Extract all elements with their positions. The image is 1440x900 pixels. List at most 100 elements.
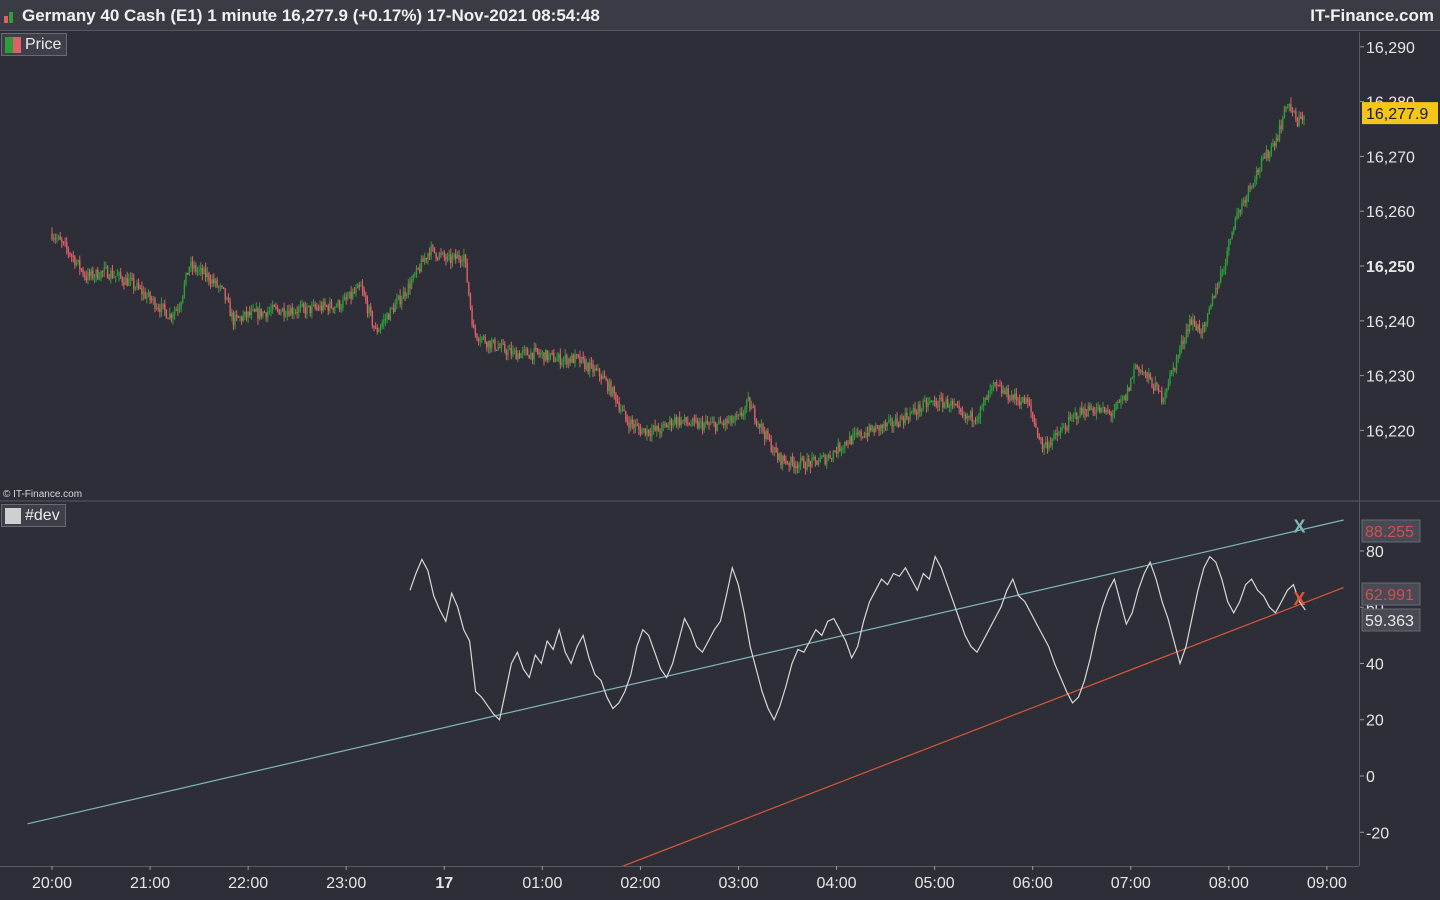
candle-body: [832, 451, 834, 459]
candle-body: [750, 406, 753, 410]
candle-body: [1077, 417, 1080, 420]
candle-body: [353, 292, 356, 294]
price-panel-title: Price: [25, 35, 62, 53]
candle-body: [191, 261, 194, 269]
candle-body: [383, 319, 385, 323]
candle-body: [549, 353, 552, 355]
candle-body: [770, 438, 772, 452]
candle-body: [950, 401, 952, 407]
candle-body: [778, 453, 781, 460]
candle-body: [891, 419, 893, 427]
candle-body: [1224, 262, 1227, 271]
candle-body: [1154, 382, 1156, 391]
candle-body: [979, 406, 982, 418]
candle-body: [167, 318, 169, 320]
candle-body: [1218, 282, 1220, 289]
chart-canvas[interactable]: XX 16,29016,28016,27016,26016,25016,2401…: [0, 0, 1440, 900]
candle-body: [468, 282, 470, 295]
x-tick-label: 05:00: [915, 875, 955, 892]
candle-body: [860, 431, 862, 438]
candle-body: [933, 400, 936, 402]
candle-body: [575, 354, 578, 356]
candle-body: [188, 267, 190, 275]
candle-body: [554, 361, 557, 363]
candle-body: [307, 305, 310, 307]
candle-body: [448, 254, 450, 256]
candle-body: [101, 271, 104, 273]
candle-body: [500, 343, 503, 348]
candle-body: [160, 303, 163, 313]
candle-body: [1102, 406, 1104, 409]
candle-body: [373, 325, 375, 328]
candle-body: [1030, 404, 1032, 412]
candle-body: [131, 277, 133, 279]
candle-body: [193, 265, 195, 269]
dev-panel-label[interactable]: #dev: [1, 504, 66, 527]
candle-body: [324, 301, 326, 306]
candle-body: [1203, 324, 1206, 327]
candle-body: [759, 423, 761, 428]
candle-body: [494, 339, 496, 350]
candle-body: [69, 252, 71, 256]
candle-body: [469, 294, 472, 308]
candle-body: [414, 274, 416, 276]
candle-body: [901, 416, 903, 419]
candle-body: [370, 306, 372, 312]
candle-body: [1286, 106, 1289, 108]
candle-body: [1035, 423, 1037, 428]
candle-body: [515, 350, 517, 360]
price-y-tick-label: 16,240: [1366, 314, 1415, 331]
candle-body: [92, 270, 94, 279]
candle-body: [902, 418, 905, 424]
candle-body: [1032, 411, 1034, 418]
candle-body: [484, 336, 486, 343]
candle-body: [706, 421, 709, 424]
candle-body: [896, 418, 898, 425]
price-y-tick-label: 16,260: [1366, 204, 1415, 221]
candle-body: [531, 352, 534, 360]
candle-body: [1128, 387, 1130, 391]
candle-body: [1136, 364, 1139, 367]
candle-body: [646, 429, 648, 436]
candle-body: [1082, 408, 1085, 414]
candle-body: [419, 268, 421, 272]
candle-body: [1241, 202, 1243, 211]
candle-body: [551, 353, 553, 355]
upper-x-marker: X: [1293, 517, 1305, 537]
candle-body: [270, 309, 272, 312]
candle-body: [1301, 116, 1304, 121]
candle-body: [628, 422, 630, 428]
candle-body: [1152, 387, 1155, 391]
candle-body: [649, 433, 651, 436]
candle-body: [433, 247, 436, 253]
price-panel-label[interactable]: Price: [1, 33, 68, 56]
candle-body: [773, 447, 776, 452]
candle-body: [544, 350, 547, 362]
candle-body: [1074, 413, 1076, 415]
candle-body: [361, 285, 364, 291]
candle-body: [119, 272, 122, 278]
candle-body: [654, 426, 656, 431]
candle-body: [1273, 142, 1276, 147]
candle-body: [144, 291, 146, 299]
candle-body: [262, 311, 264, 317]
candle-body: [1280, 125, 1282, 129]
price-y-tick-label: 16,230: [1366, 369, 1415, 386]
candle-body: [343, 297, 346, 300]
candle-body: [461, 261, 463, 263]
candle-body: [118, 272, 120, 275]
candle-body: [80, 269, 83, 271]
candle-body: [319, 305, 321, 310]
candle-body: [857, 432, 859, 435]
candle-body: [616, 401, 619, 403]
candle-body: [301, 304, 303, 306]
candle-body: [129, 277, 132, 280]
candle-body: [1144, 372, 1147, 374]
candle-body: [1187, 329, 1189, 332]
candle-body: [235, 314, 238, 317]
candle-body: [785, 460, 787, 464]
candle-body: [211, 278, 213, 284]
candle-body: [510, 347, 512, 355]
candle-body: [257, 308, 259, 319]
candle-body: [868, 425, 870, 436]
